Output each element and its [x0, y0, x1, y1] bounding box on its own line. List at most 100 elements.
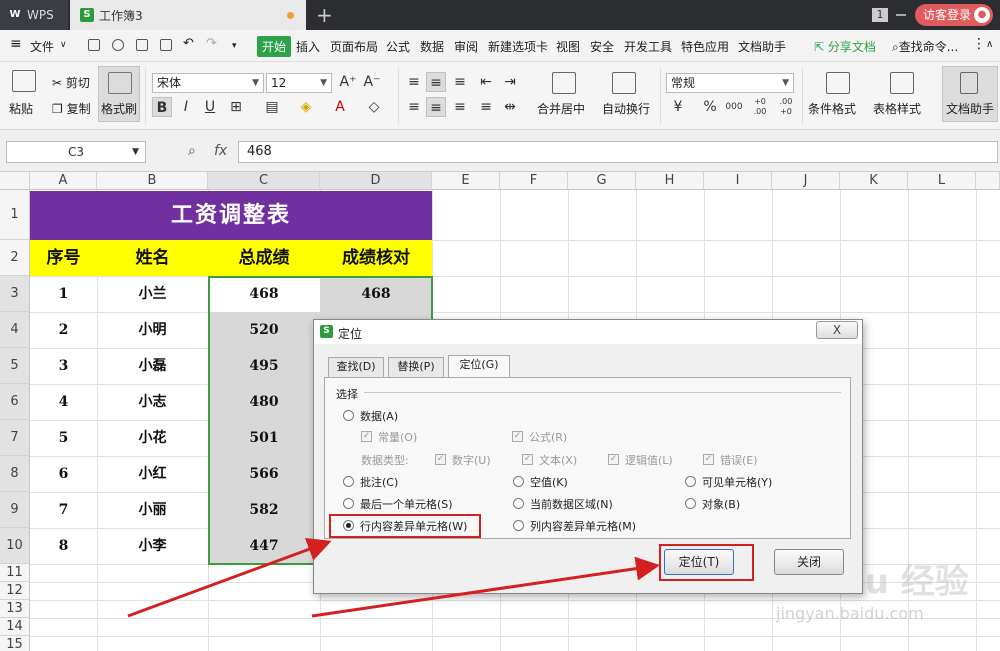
checkbox-constant[interactable]: ✓ — [361, 431, 372, 442]
menu-page-layout[interactable]: 页面布局 — [330, 38, 378, 55]
table-cell[interactable]: 4 — [30, 384, 97, 420]
font-grow-icon[interactable]: A⁺ — [338, 72, 358, 92]
select-all-corner[interactable] — [0, 172, 30, 190]
menu-special[interactable]: 特色应用 — [681, 38, 729, 55]
column-header-m[interactable] — [976, 172, 1000, 190]
radio-comments[interactable] — [343, 476, 354, 487]
border-icon[interactable]: ⊞ — [226, 97, 246, 117]
percent-button[interactable]: % — [700, 97, 720, 117]
column-header-l[interactable]: L — [908, 172, 976, 190]
new-tab-button[interactable]: + — [316, 3, 333, 27]
checkbox-error[interactable]: ✓ — [703, 454, 714, 465]
wrap-icon[interactable] — [612, 72, 636, 94]
undo-icon[interactable]: ↶ — [183, 36, 194, 51]
name-box[interactable]: C3 ▼ — [6, 141, 146, 163]
table-cell[interactable]: 8 — [30, 528, 97, 564]
decimal-decrease-button[interactable]: .00 +0 — [774, 97, 798, 117]
row-header-7[interactable]: 7 — [0, 420, 30, 456]
collapse-ribbon-icon[interactable]: ∧ — [986, 39, 993, 50]
merge-center-button[interactable]: 合并居中 — [537, 100, 585, 117]
radio-objects[interactable] — [685, 498, 696, 509]
column-header-g[interactable]: G — [568, 172, 636, 190]
header-cell-name[interactable]: 姓名 — [97, 240, 208, 276]
paste-icon[interactable] — [12, 70, 36, 92]
formula-input[interactable]: 468 — [238, 141, 998, 163]
currency-icon[interactable]: ¥ — [668, 97, 688, 117]
checkbox-logical[interactable]: ✓ — [608, 454, 619, 465]
column-header-k[interactable]: K — [840, 172, 908, 190]
table-cell[interactable]: 小明 — [97, 312, 208, 348]
row-header-3[interactable]: 3 — [0, 276, 30, 312]
indent-increase-icon[interactable]: ⇥ — [500, 72, 520, 92]
menu-security[interactable]: 安全 — [590, 38, 614, 55]
share-doc-button[interactable]: ⇱ 分享文档 — [814, 38, 876, 55]
command-search[interactable]: ⌕查找命令... — [892, 38, 958, 55]
radio-current-region[interactable] — [513, 498, 524, 509]
close-button[interactable]: 关闭 — [774, 549, 844, 575]
export-icon[interactable] — [112, 39, 124, 51]
align-middle-icon[interactable]: ≡ — [426, 72, 446, 92]
row-header-15[interactable]: 15 — [0, 636, 30, 651]
sheet-title-cell[interactable]: 工资调整表 — [30, 191, 432, 240]
distribute-icon[interactable]: ⇹ — [500, 97, 520, 117]
column-header-i[interactable]: I — [704, 172, 772, 190]
tab-workbook[interactable]: S 工作簿3 — [70, 0, 306, 30]
font-color-icon[interactable]: A — [330, 97, 350, 117]
table-cell[interactable]: 小丽 — [97, 492, 208, 528]
column-header-f[interactable]: F — [500, 172, 568, 190]
table-style-icon[interactable] — [890, 72, 914, 94]
radio-visible-cells[interactable] — [685, 476, 696, 487]
merge-icon[interactable] — [552, 72, 576, 94]
menu-review[interactable]: 审阅 — [454, 38, 478, 55]
tab-goto[interactable]: 定位(G) — [448, 355, 510, 377]
row-header-9[interactable]: 9 — [0, 492, 30, 528]
menu-view[interactable]: 视图 — [556, 38, 580, 55]
menu-new-tab[interactable]: 新建选项卡 — [488, 38, 548, 55]
checkbox-text[interactable]: ✓ — [522, 454, 533, 465]
header-cell-total[interactable]: 总成绩 — [208, 240, 320, 276]
align-bottom-icon[interactable]: ≡ — [450, 72, 470, 92]
column-header-b[interactable]: B — [97, 172, 208, 190]
column-header-c[interactable]: C — [208, 172, 320, 190]
table-cell[interactable]: 小李 — [97, 528, 208, 564]
visitor-login-button[interactable]: 访客登录 ● — [915, 4, 993, 26]
radio-column-differences[interactable] — [513, 520, 524, 531]
number-format-select[interactable]: 常规 ▼ — [666, 73, 794, 93]
hamburger-icon[interactable]: ≡ — [10, 36, 22, 52]
table-cell[interactable]: 6 — [30, 456, 97, 492]
table-cell[interactable]: 小兰 — [97, 276, 208, 312]
window-count[interactable]: 1 — [872, 8, 888, 22]
quick-access-more-icon[interactable]: ▾ — [232, 41, 237, 51]
table-cell[interactable]: 3 — [30, 348, 97, 384]
align-center-icon[interactable]: ≡ — [426, 97, 446, 117]
zoom-icon[interactable]: ⌕ — [188, 143, 196, 159]
menu-doc-helper[interactable]: 文档助手 — [738, 38, 786, 55]
chevron-down-icon[interactable]: ∨ — [60, 40, 67, 50]
column-header-j[interactable]: J — [772, 172, 840, 190]
align-top-icon[interactable]: ≡ — [404, 72, 424, 92]
clear-format-icon[interactable]: ◇ — [364, 97, 384, 117]
menu-start[interactable]: 开始 — [257, 36, 292, 57]
header-cell-check[interactable]: 成绩核对 — [320, 240, 432, 276]
thousands-button[interactable]: 000 — [724, 97, 744, 117]
row-header-2[interactable]: 2 — [0, 240, 30, 276]
menu-data[interactable]: 数据 — [420, 38, 444, 55]
font-shrink-icon[interactable]: A⁻ — [362, 72, 382, 92]
tab-wps[interactable]: W WPS — [0, 0, 68, 30]
row-header-13[interactable]: 13 — [0, 600, 30, 618]
italic-button[interactable]: I — [176, 97, 196, 117]
menu-file[interactable]: 文件 — [30, 38, 54, 55]
table-cell[interactable]: 7 — [30, 492, 97, 528]
table-style-button[interactable]: 表格样式 — [873, 100, 921, 117]
checkbox-formula[interactable]: ✓ — [512, 431, 523, 442]
paste-button[interactable]: 粘贴 — [9, 100, 33, 117]
redo-icon[interactable]: ↷ — [206, 36, 217, 51]
header-cell-index[interactable]: 序号 — [30, 240, 97, 276]
row-header-5[interactable]: 5 — [0, 348, 30, 384]
wrap-text-button[interactable]: 自动换行 — [602, 100, 650, 117]
menu-formula[interactable]: 公式 — [386, 38, 410, 55]
column-header-d[interactable]: D — [320, 172, 432, 190]
table-cell[interactable]: 小红 — [97, 456, 208, 492]
tab-replace[interactable]: 替换(P) — [388, 357, 444, 377]
menu-developer[interactable]: 开发工具 — [624, 38, 672, 55]
